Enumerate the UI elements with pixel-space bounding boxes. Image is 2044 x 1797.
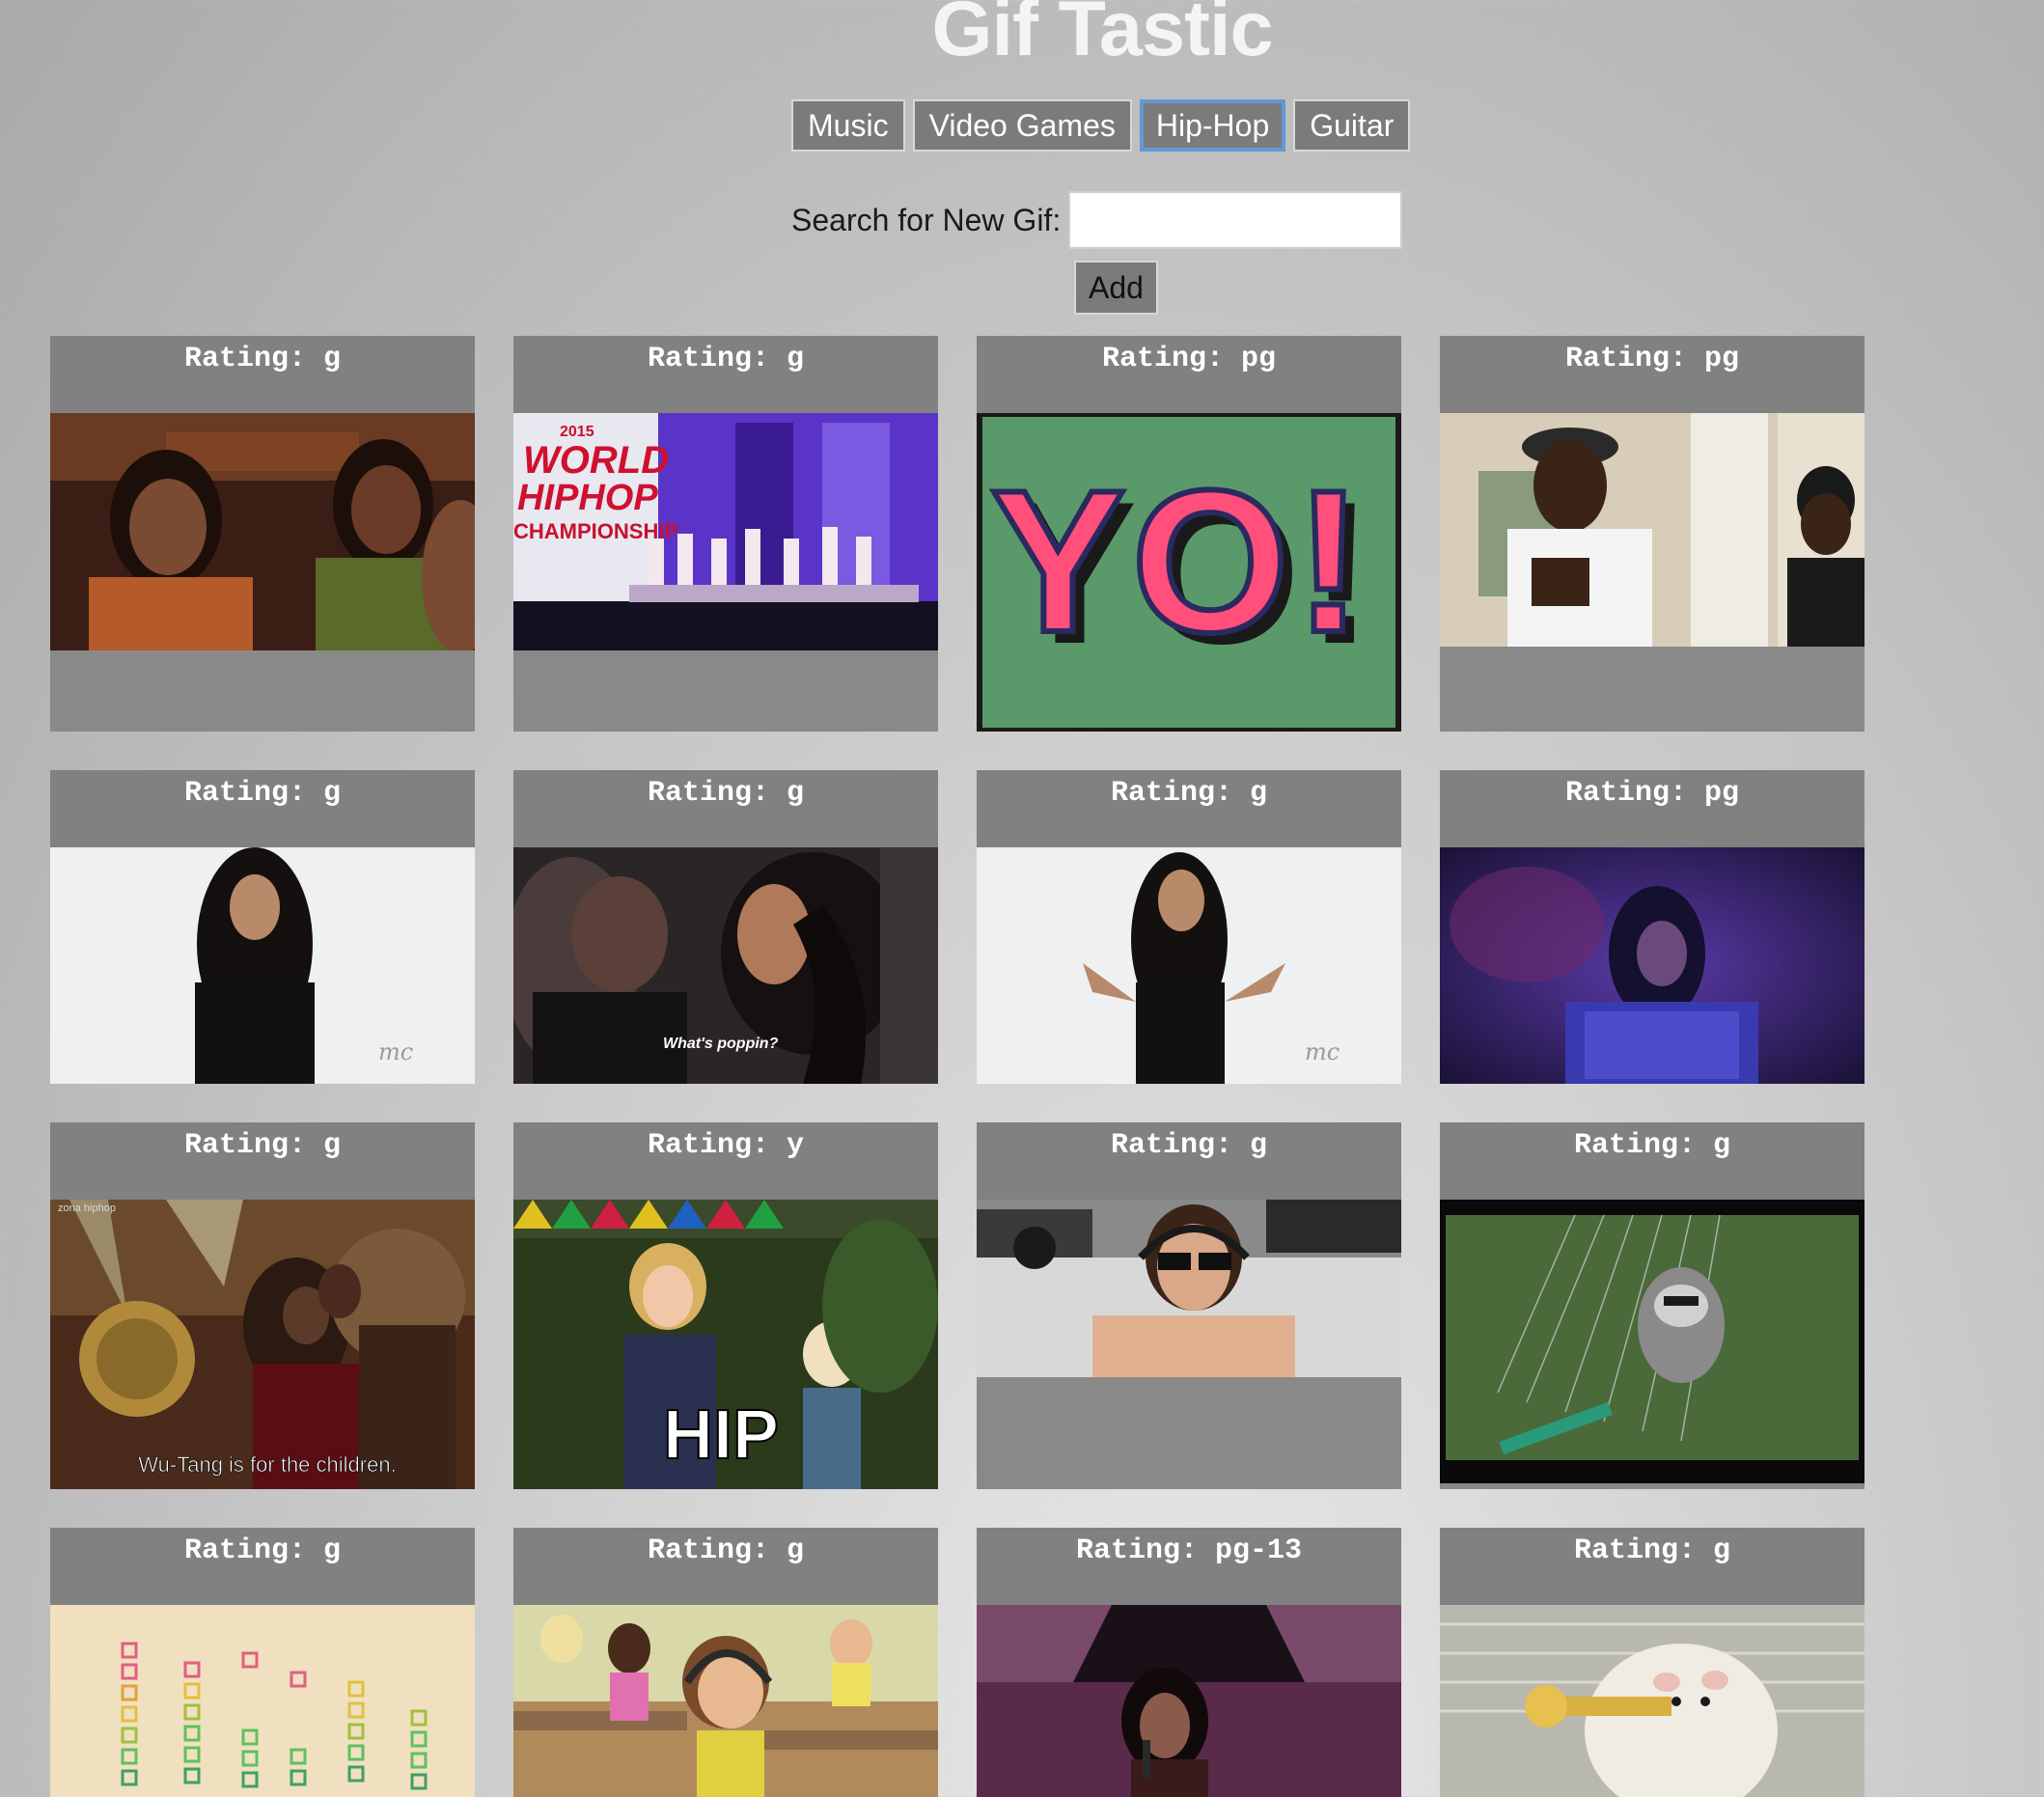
gif-image[interactable] — [1440, 1605, 1864, 1797]
gif-card: Rating: pg-13 — [977, 1528, 1401, 1797]
svg-text:mc: mc — [1305, 1038, 1340, 1065]
topic-button-hip-hop[interactable]: Hip-Hop — [1139, 99, 1286, 152]
gif-scene-word: HIPHOP — [517, 478, 658, 518]
search-input[interactable] — [1068, 191, 1403, 249]
topic-button-music[interactable]: Music — [791, 99, 905, 152]
gif-scene-year: 2015 — [560, 424, 594, 440]
gif-card: Rating: y HIP — [513, 1122, 938, 1489]
gif-card: Rating: pg — [1440, 770, 1864, 1084]
gif-rating: Rating: g — [513, 336, 938, 413]
gif-image[interactable] — [1440, 847, 1864, 1084]
gif-image[interactable]: zona hiphop Wu-Tang is for the children. — [50, 1200, 475, 1489]
gif-card: Rating: g — [513, 1528, 938, 1797]
gif-image[interactable] — [513, 1605, 938, 1797]
gif-card: Rating: g — [1440, 1528, 1864, 1797]
gif-card: Rating: g What's poppin? — [513, 770, 938, 1084]
gif-card: Rating: g zona hiphop Wu-Tang is for the… — [50, 1122, 475, 1489]
gif-image[interactable] — [1440, 1200, 1864, 1483]
gif-image[interactable] — [50, 413, 475, 650]
gif-rating: Rating: g — [977, 770, 1401, 847]
search-label: Search for New Gif: — [791, 202, 1062, 237]
gif-rating: Rating: pg — [977, 336, 1401, 413]
gif-rating: Rating: g — [1440, 1528, 1864, 1605]
gif-card: Rating: g 2015 WORLD HIPHOP CHAMPIONSHIP — [513, 336, 938, 732]
gif-image[interactable]: HIP — [513, 1200, 938, 1489]
gif-card: Rating: g mc — [977, 770, 1401, 1084]
gif-card: Rating: g — [1440, 1122, 1864, 1489]
gif-scene-word: WORLD — [523, 439, 669, 482]
gif-image[interactable] — [1440, 413, 1864, 647]
gif-caption: What's poppin? — [663, 1036, 779, 1052]
gif-image[interactable] — [977, 1200, 1401, 1377]
gif-card: Rating: pg — [1440, 336, 1864, 732]
gif-card: Rating: pg YO! YO! — [977, 336, 1401, 732]
gif-rating: Rating: g — [513, 770, 938, 847]
svg-text:zona hiphop: zona hiphop — [58, 1203, 116, 1214]
topic-button-guitar[interactable]: Guitar — [1293, 99, 1411, 152]
gif-image[interactable]: mc — [977, 847, 1401, 1084]
topic-button-bar: Music Video Games Hip-Hop Guitar — [791, 99, 1411, 152]
gif-card: Rating: g — [50, 1528, 475, 1797]
add-button[interactable]: Add — [1074, 261, 1158, 315]
gif-rating: Rating: g — [50, 1528, 475, 1605]
gif-rating: Rating: g — [1440, 1122, 1864, 1200]
gif-card: Rating: g — [977, 1122, 1401, 1489]
gif-image[interactable]: 2015 WORLD HIPHOP CHAMPIONSHIP — [513, 413, 938, 650]
gif-rating: Rating: g — [50, 1122, 475, 1200]
gif-image[interactable]: What's poppin? — [513, 847, 938, 1084]
page-title: Gif Tastic — [931, 0, 1273, 72]
gif-card: Rating: g — [50, 336, 475, 732]
svg-text:YO!: YO! — [990, 448, 1367, 675]
gif-image[interactable] — [50, 1605, 475, 1797]
gif-rating: Rating: pg-13 — [977, 1528, 1401, 1605]
search-form: Search for New Gif: — [791, 191, 1403, 249]
gif-image[interactable] — [977, 1605, 1401, 1797]
svg-text:mc: mc — [378, 1038, 413, 1065]
gif-caption: Wu-Tang is for the children. — [138, 1452, 396, 1477]
gif-rating: Rating: y — [513, 1122, 938, 1200]
gif-image[interactable]: mc — [50, 847, 475, 1084]
gif-rating: Rating: pg — [1440, 336, 1864, 413]
gif-image[interactable]: YO! YO! — [977, 413, 1401, 732]
gif-rating: Rating: g — [50, 336, 475, 413]
gif-rating: Rating: g — [513, 1528, 938, 1605]
gif-card: Rating: g mc — [50, 770, 475, 1084]
topic-button-video-games[interactable]: Video Games — [912, 99, 1132, 152]
gif-rating: Rating: g — [977, 1122, 1401, 1200]
gif-rating: Rating: pg — [1440, 770, 1864, 847]
gif-rating: Rating: g — [50, 770, 475, 847]
gif-caption: HIP — [663, 1396, 779, 1474]
